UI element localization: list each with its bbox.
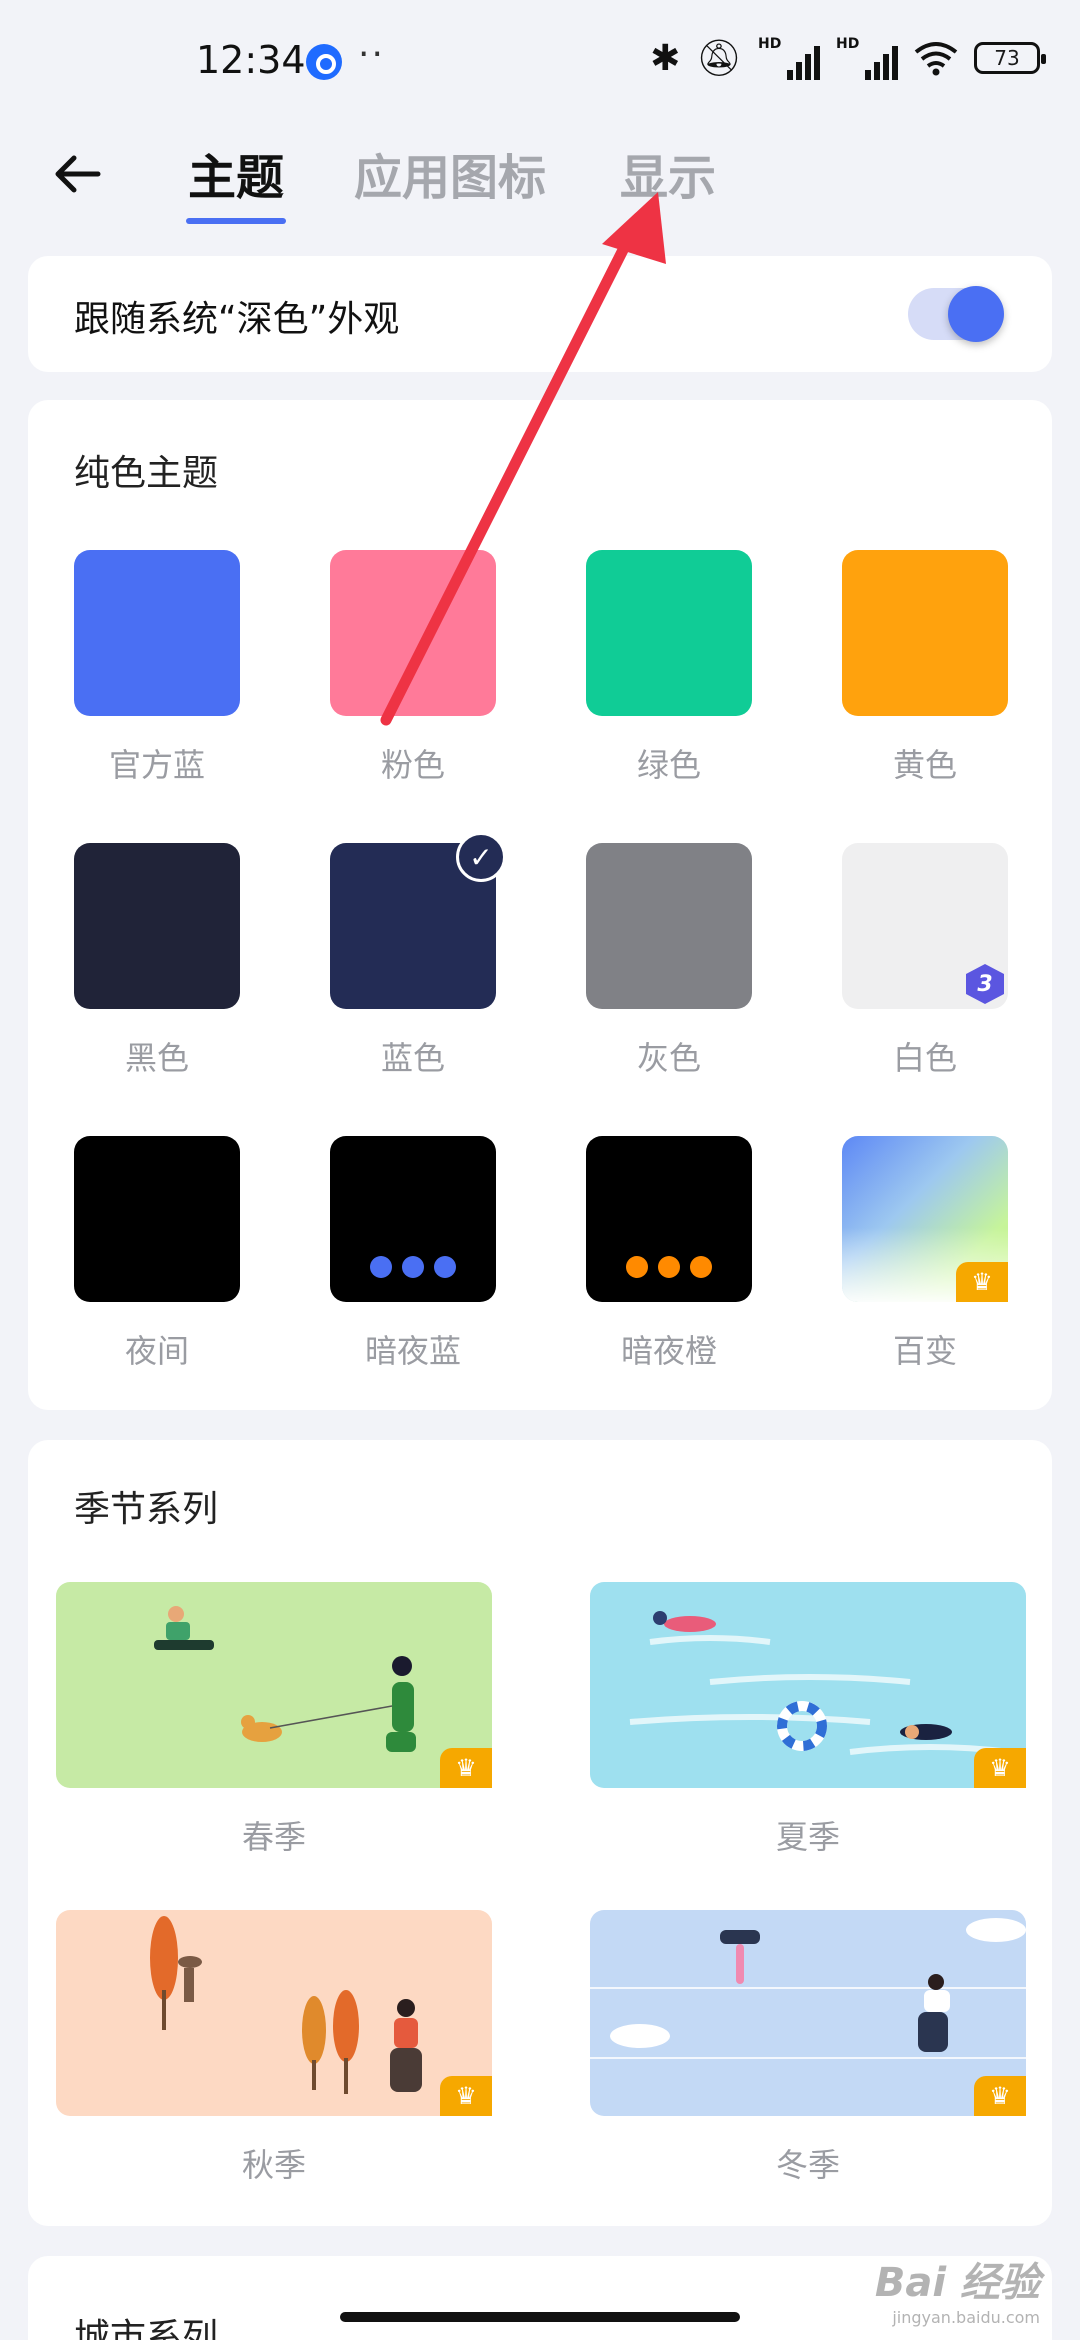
theme-swatch-black[interactable] bbox=[74, 843, 240, 1009]
season-series-card: 季节系列 ♛ 春季 ♛ 夏季 ♛ 秋季 ♛ 冬季 bbox=[28, 1440, 1052, 2226]
theme-label: 暗夜蓝 bbox=[364, 1332, 461, 1370]
mute-bell-icon: 🔕︎ bbox=[696, 38, 742, 79]
baidu-watermark-logo: Bai 经验 jingyan.baidu.com bbox=[875, 2250, 1040, 2327]
watermark-brand: Bai 经验 bbox=[874, 2260, 1040, 2306]
status-time: 12:34 bbox=[196, 38, 306, 82]
season-thumb-winter[interactable] bbox=[590, 1910, 1026, 2116]
season-thumb-summer[interactable] bbox=[590, 1582, 1026, 1788]
premium-crown-icon: ♛ bbox=[440, 1748, 492, 1788]
tab-app-icons[interactable]: 应用图标 bbox=[354, 138, 546, 208]
signal-icon-2: HD bbox=[836, 36, 898, 80]
theme-swatch-official-blue[interactable] bbox=[74, 550, 240, 716]
signal-hd-label-2: HD bbox=[836, 36, 860, 52]
premium-crown-icon: ♛ bbox=[440, 2076, 492, 2116]
theme-swatch-pink[interactable] bbox=[330, 550, 496, 716]
theme-label: 绿色 bbox=[636, 746, 701, 784]
battery-icon: 73 bbox=[974, 42, 1046, 74]
season-thumb-spring[interactable] bbox=[56, 1582, 492, 1788]
status-bar: 12:34 ·· ✱ 🔕︎ HD HD 73 bbox=[0, 0, 1080, 120]
solid-themes-title: 纯色主题 bbox=[74, 453, 219, 494]
top-nav: 主题 应用图标 显示 bbox=[0, 120, 1080, 250]
theme-swatch-green[interactable] bbox=[586, 550, 752, 716]
theme-label: 黑色 bbox=[124, 1039, 189, 1077]
city-series-title: 城市系列 bbox=[74, 2317, 219, 2340]
theme-label: 白色 bbox=[892, 1039, 957, 1077]
premium-crown-icon: ♛ bbox=[956, 1262, 1008, 1302]
season-label: 秋季 bbox=[241, 2146, 306, 2184]
season-label: 冬季 bbox=[775, 2146, 840, 2184]
dark-mode-toggle[interactable] bbox=[908, 286, 1004, 342]
solid-themes-card: 纯色主题 官方蓝 粉色 绿色 黄色 黑色 ✓ 蓝色 灰色 3 白色 夜间 暗夜蓝… bbox=[28, 400, 1052, 1410]
signal-icon: HD bbox=[758, 36, 820, 80]
theme-label: 黄色 bbox=[892, 746, 957, 784]
dots-icon bbox=[586, 1256, 752, 1278]
theme-label: 官方蓝 bbox=[108, 746, 205, 784]
theme-label: 夜间 bbox=[124, 1332, 189, 1370]
theme-label: 粉色 bbox=[380, 746, 445, 784]
theme-label: 百变 bbox=[892, 1332, 957, 1370]
theme-label: 暗夜橙 bbox=[620, 1332, 717, 1370]
selected-check-icon: ✓ bbox=[456, 832, 506, 882]
more-notifications-icon: ·· bbox=[358, 34, 385, 75]
watermark-url: jingyan.baidu.com bbox=[892, 2308, 1040, 2327]
tab-theme[interactable]: 主题 bbox=[188, 138, 284, 208]
toggle-knob bbox=[948, 286, 1004, 342]
premium-crown-icon: ♛ bbox=[974, 1748, 1026, 1788]
app-notification-icon bbox=[306, 44, 342, 80]
dark-mode-row[interactable]: 跟随系统“深色”外观 bbox=[28, 256, 1052, 372]
theme-swatch-gray[interactable] bbox=[586, 843, 752, 1009]
bluetooth-icon: ✱ bbox=[650, 37, 681, 79]
theme-label: 蓝色 bbox=[380, 1039, 445, 1077]
dark-mode-label: 跟随系统“深色”外观 bbox=[74, 299, 400, 340]
tab-display[interactable]: 显示 bbox=[620, 138, 716, 208]
theme-swatch-night[interactable] bbox=[74, 1136, 240, 1302]
back-arrow-icon[interactable] bbox=[48, 144, 108, 204]
tab-active-indicator bbox=[186, 218, 286, 224]
signal-hd-label: HD bbox=[758, 36, 782, 52]
theme-swatch-dark-orange[interactable] bbox=[586, 1136, 752, 1302]
dots-icon bbox=[330, 1256, 496, 1278]
season-label: 春季 bbox=[241, 1818, 306, 1856]
season-label: 夏季 bbox=[775, 1818, 840, 1856]
wifi-icon bbox=[914, 42, 958, 76]
premium-crown-icon: ♛ bbox=[974, 2076, 1026, 2116]
season-series-title: 季节系列 bbox=[74, 1489, 219, 1530]
home-indicator[interactable] bbox=[340, 2312, 740, 2322]
theme-swatch-dark-blue[interactable] bbox=[330, 1136, 496, 1302]
season-thumb-autumn[interactable] bbox=[56, 1910, 492, 2116]
theme-swatch-yellow[interactable] bbox=[842, 550, 1008, 716]
theme-label: 灰色 bbox=[636, 1039, 701, 1077]
